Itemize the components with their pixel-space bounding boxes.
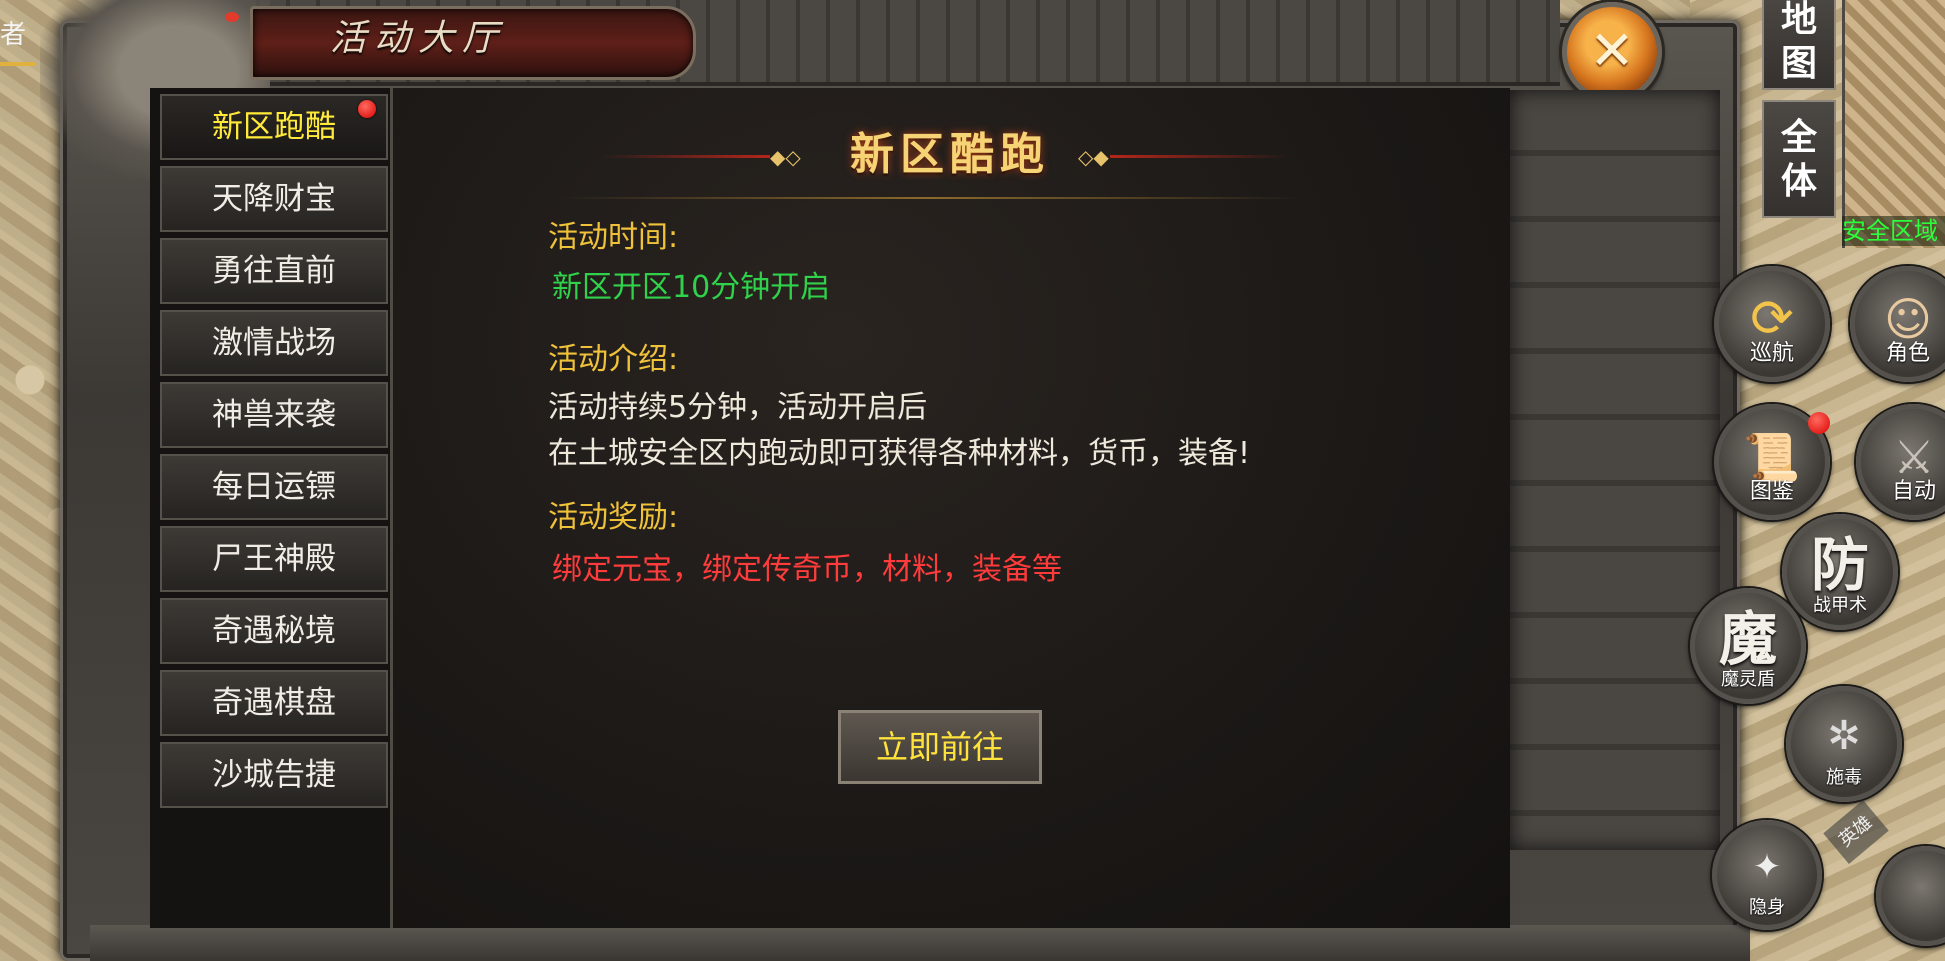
defense-skill-label: 战甲术 xyxy=(1813,595,1867,616)
reward-value: 绑定元宝，绑定传奇币，材料，装备等 xyxy=(552,552,1062,587)
atlas-alert-dot-icon xyxy=(1808,412,1830,434)
corner-player-text: 者 xyxy=(0,20,27,50)
all-channel-button[interactable]: 全体 xyxy=(1762,100,1836,218)
sidebar-item-brave-forward[interactable]: 勇往直前 xyxy=(160,238,388,304)
left-tab-indicator xyxy=(0,62,36,66)
window-bottom-border xyxy=(90,925,1750,961)
atlas-label: 图鉴 xyxy=(1749,479,1794,504)
close-icon: ✕ xyxy=(1589,19,1635,82)
sparkle-icon: ✦ xyxy=(1752,847,1782,887)
go-now-button[interactable]: 立即前往 xyxy=(836,708,1044,786)
heading-divider xyxy=(560,197,1300,199)
stealth-skill-button[interactable]: ✦ 隐身 xyxy=(1712,820,1822,930)
map-button[interactable]: 地图 xyxy=(1762,0,1836,90)
sidebar-item-secret-realm[interactable]: 奇遇秘境 xyxy=(160,598,388,664)
alert-dot-icon xyxy=(358,100,376,118)
stealth-label: 隐身 xyxy=(1749,897,1785,918)
dragon-eye xyxy=(225,12,239,22)
sidebar-item-corpse-king-temple[interactable]: 尸王神殿 xyxy=(160,526,388,592)
intro-label: 活动介绍: xyxy=(548,342,679,377)
patrol-button[interactable]: ⟳ 巡航 xyxy=(1714,266,1830,382)
character-label: 角色 xyxy=(1885,341,1930,366)
safe-zone-label: 安全区域 xyxy=(1842,216,1945,246)
close-button[interactable]: ✕ xyxy=(1562,2,1662,102)
poison-label: 施毒 xyxy=(1826,767,1862,788)
sidebar-item-daily-escort[interactable]: 每日运镖 xyxy=(160,454,388,520)
sidebar-item-beast-raid[interactable]: 神兽来袭 xyxy=(160,382,388,448)
patrol-label: 巡航 xyxy=(1749,341,1794,366)
intro-line-2: 在土城安全区内跑动即可获得各种材料，货币，装备! xyxy=(548,436,1251,471)
sidebar-item-chessboard[interactable]: 奇遇棋盘 xyxy=(160,670,388,736)
sidebar-item-castle-victory[interactable]: 沙城告捷 xyxy=(160,742,388,808)
magic-shield-skill-button[interactable]: 魔 魔灵盾 xyxy=(1690,588,1806,704)
window-title: 活动大厅 xyxy=(330,18,507,59)
activity-heading: 新区酷跑 xyxy=(850,129,1050,180)
magic-shield-label: 魔灵盾 xyxy=(1721,669,1775,690)
poison-swirl-icon: ✲ xyxy=(1827,713,1861,759)
minimap[interactable] xyxy=(1842,0,1945,248)
auto-label: 自动 xyxy=(1891,479,1936,504)
sidebar-item-treasure-drop[interactable]: 天降财宝 xyxy=(160,166,388,232)
activity-sidebar: 新区跑酷 天降财宝 勇往直前 激情战场 神兽来袭 每日运镖 尸王神殿 奇遇秘境 … xyxy=(150,88,393,928)
reward-label: 活动奖励: xyxy=(548,500,679,535)
poison-skill-button[interactable]: ✲ 施毒 xyxy=(1786,686,1902,802)
sidebar-item-new-zone-parkour[interactable]: 新区跑酷 xyxy=(160,94,388,160)
stone-pillar-decoration xyxy=(1510,90,1720,850)
time-value: 新区开区10分钟开启 xyxy=(552,270,831,305)
time-label: 活动时间: xyxy=(548,220,679,255)
intro-line-1: 活动持续5分钟，活动开启后 xyxy=(548,390,928,425)
sidebar-item-battlefield[interactable]: 激情战场 xyxy=(160,310,388,376)
